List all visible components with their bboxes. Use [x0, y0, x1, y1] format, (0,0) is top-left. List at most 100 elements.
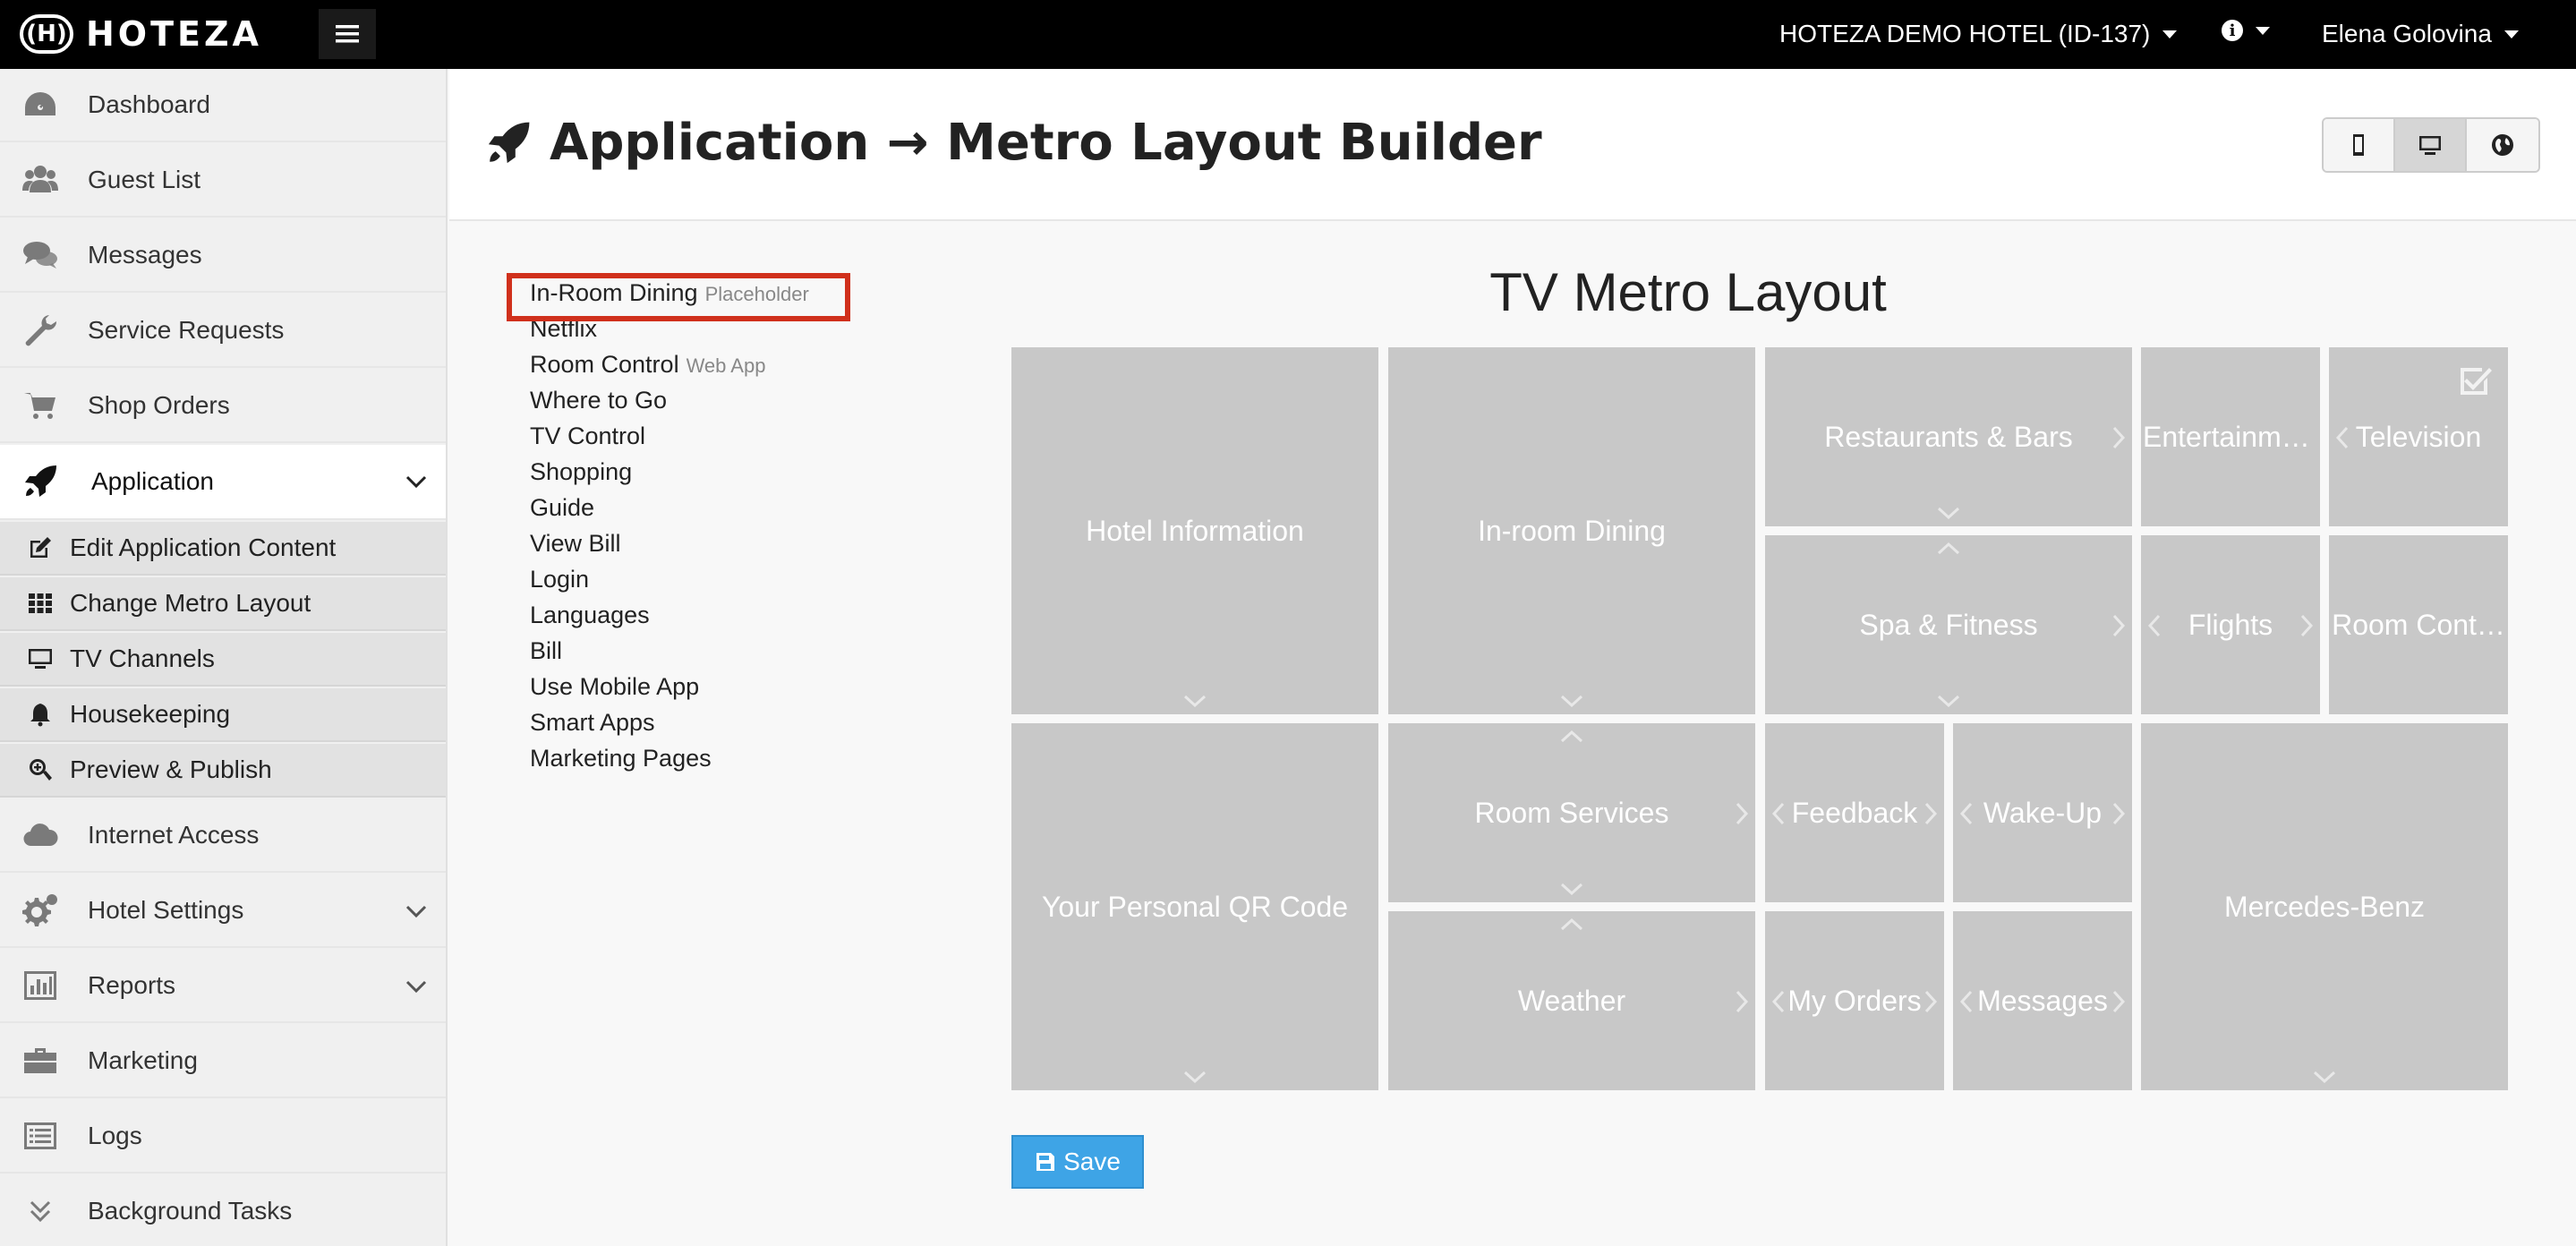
list-item-shopping[interactable]: Shopping [530, 458, 632, 494]
list-item-room-control[interactable]: Room Control Web App [530, 351, 765, 387]
list-item-marketing-pages[interactable]: Marketing Pages [530, 745, 712, 781]
resize-down-arrow-icon[interactable] [2311, 1063, 2338, 1090]
sidebar-subitem-label: Change Metro Layout [70, 589, 311, 617]
tile-mercedes-benz[interactable]: Mercedes-Benz [2141, 723, 2508, 1090]
resize-right-arrow-icon[interactable] [2105, 424, 2132, 451]
mobile-view-button[interactable] [2324, 119, 2395, 171]
info-dropdown[interactable]: i [2222, 20, 2270, 41]
sidebar-item-marketing[interactable]: Marketing [0, 1025, 446, 1098]
tile-label: Weather [1517, 984, 1626, 1017]
tile-hotel-information[interactable]: Hotel Information [1011, 347, 1378, 714]
list-item-use-mobile-app[interactable]: Use Mobile App [530, 673, 699, 709]
resize-left-arrow-icon[interactable] [1765, 988, 1792, 1015]
list-item-view-bill[interactable]: View Bill [530, 530, 621, 566]
list-item-login[interactable]: Login [530, 566, 589, 602]
sidebar-item-shop-orders[interactable]: Shop Orders [0, 370, 446, 443]
resize-up-arrow-icon[interactable] [1935, 535, 1962, 562]
floppy-disk-icon [1036, 1153, 1055, 1171]
search-plus-icon [27, 756, 54, 783]
tile-flights[interactable]: Flights [2141, 535, 2320, 714]
sidebar-subitem-label: TV Channels [70, 644, 215, 672]
sidebar-item-messages[interactable]: Messages [0, 219, 446, 293]
sidebar-subitem-edit-application-content[interactable]: Edit Application Content [0, 522, 446, 576]
tile-room-services[interactable]: Room Services [1388, 723, 1755, 902]
sidebar-item-reports[interactable]: Reports [0, 950, 446, 1023]
resize-right-arrow-icon[interactable] [1917, 800, 1944, 827]
grid-icon [27, 590, 54, 617]
chevron-down-icon [405, 475, 427, 489]
resize-left-arrow-icon[interactable] [2141, 612, 2168, 639]
save-button-label: Save [1063, 1148, 1121, 1175]
list-item-label: TV Control [530, 422, 646, 449]
tile-restaurants-bars[interactable]: Restaurants & Bars [1765, 347, 2132, 526]
checkbox-checked-icon[interactable] [2458, 363, 2492, 397]
list-item-guide[interactable]: Guide [530, 494, 594, 530]
tile-weather[interactable]: Weather [1388, 911, 1755, 1090]
sidebar-item-logs[interactable]: Logs [0, 1100, 446, 1173]
resize-right-arrow-icon[interactable] [2293, 612, 2320, 639]
tile-label: Entertainment [2143, 420, 2320, 453]
sidebar-item-label: Service Requests [88, 316, 285, 344]
resize-left-arrow-icon[interactable] [1765, 800, 1792, 827]
resize-right-arrow-icon[interactable] [2105, 612, 2132, 639]
tile-room-control[interactable]: Room Cont… [2329, 535, 2508, 714]
resize-down-arrow-icon[interactable] [1558, 687, 1585, 714]
list-item-bill[interactable]: Bill [530, 637, 562, 673]
sidebar-item-application[interactable]: Application [0, 445, 446, 520]
resize-left-arrow-icon[interactable] [2329, 424, 2356, 451]
rocket-icon [20, 461, 61, 502]
tile-spa-fitness[interactable]: Spa & Fitness [1765, 535, 2132, 714]
tile-feedback[interactable]: Feedback [1765, 723, 1944, 902]
web-view-button[interactable] [2467, 119, 2538, 171]
list-item-label: Guide [530, 494, 595, 521]
tile-entertainment[interactable]: Entertainment [2141, 347, 2320, 526]
sidebar-item-service-requests[interactable]: Service Requests [0, 294, 446, 368]
resize-right-arrow-icon[interactable] [2105, 800, 2132, 827]
sidebar-subitem-preview-publish[interactable]: Preview & Publish [0, 744, 446, 798]
desktop-view-button[interactable] [2395, 119, 2467, 171]
resize-down-arrow-icon[interactable] [1181, 1063, 1208, 1090]
tile-television[interactable]: Television [2329, 347, 2508, 526]
resize-right-arrow-icon[interactable] [2105, 988, 2132, 1015]
sidebar-item-label: Shop Orders [88, 391, 230, 419]
hoteza-logo[interactable]: (H) HOTEZA [20, 14, 262, 54]
sidebar-item-hotel-settings[interactable]: Hotel Settings [0, 875, 446, 948]
sidebar-item-label: Dashboard [88, 90, 210, 118]
resize-right-arrow-icon[interactable] [1728, 988, 1755, 1015]
list-item-smart-apps[interactable]: Smart Apps [530, 709, 655, 745]
resize-right-arrow-icon[interactable] [1728, 800, 1755, 827]
tile-messages[interactable]: Messages [1953, 911, 2132, 1090]
resize-right-arrow-icon[interactable] [1917, 988, 1944, 1015]
sidebar-subitem-housekeeping[interactable]: Housekeeping [0, 688, 446, 742]
tile-in-room-dining[interactable]: In-room Dining [1388, 347, 1755, 714]
sidebar-item-internet-access[interactable]: Internet Access [0, 799, 446, 873]
resize-left-arrow-icon[interactable] [1953, 800, 1980, 827]
sidebar-subitem-tv-channels[interactable]: TV Channels [0, 633, 446, 687]
resize-up-arrow-icon[interactable] [1558, 911, 1585, 938]
list-item-tv-control[interactable]: TV Control [530, 422, 645, 458]
save-button[interactable]: Save [1011, 1135, 1144, 1189]
tile-wake-up[interactable]: Wake-Up [1953, 723, 2132, 902]
sidebar-item-guest-list[interactable]: Guest List [0, 144, 446, 218]
chart-icon [20, 965, 61, 1006]
sidebar-item-label: Application [91, 467, 214, 495]
sidebar-subitem-change-metro-layout[interactable]: Change Metro Layout [0, 577, 446, 631]
resize-down-arrow-icon[interactable] [1181, 687, 1208, 714]
logo-text: HOTEZA [86, 14, 262, 54]
tile-my-orders[interactable]: My Orders [1765, 911, 1944, 1090]
hamburger-icon [336, 25, 359, 43]
sidebar-item-background-tasks[interactable]: Background Tasks [0, 1175, 446, 1246]
sidebar-item-dashboard[interactable]: Dashboard [0, 69, 446, 142]
user-menu-dropdown[interactable]: Elena Golovina [2322, 20, 2519, 48]
resize-down-arrow-icon[interactable] [1935, 687, 1962, 714]
resize-down-arrow-icon[interactable] [1558, 875, 1585, 902]
tile-your-personal-qr-code[interactable]: Your Personal QR Code [1011, 723, 1378, 1090]
hotel-selector-dropdown[interactable]: HOTEZA DEMO HOTEL (ID-137) [1779, 20, 2178, 48]
menu-toggle-button[interactable] [319, 9, 376, 59]
resize-up-arrow-icon[interactable] [1558, 723, 1585, 750]
resize-left-arrow-icon[interactable] [1953, 988, 1980, 1015]
list-item-where-to-go[interactable]: Where to Go [530, 387, 667, 422]
list-item-languages[interactable]: Languages [530, 602, 650, 637]
resize-down-arrow-icon[interactable] [1935, 499, 1962, 526]
dashboard-icon [20, 84, 61, 125]
